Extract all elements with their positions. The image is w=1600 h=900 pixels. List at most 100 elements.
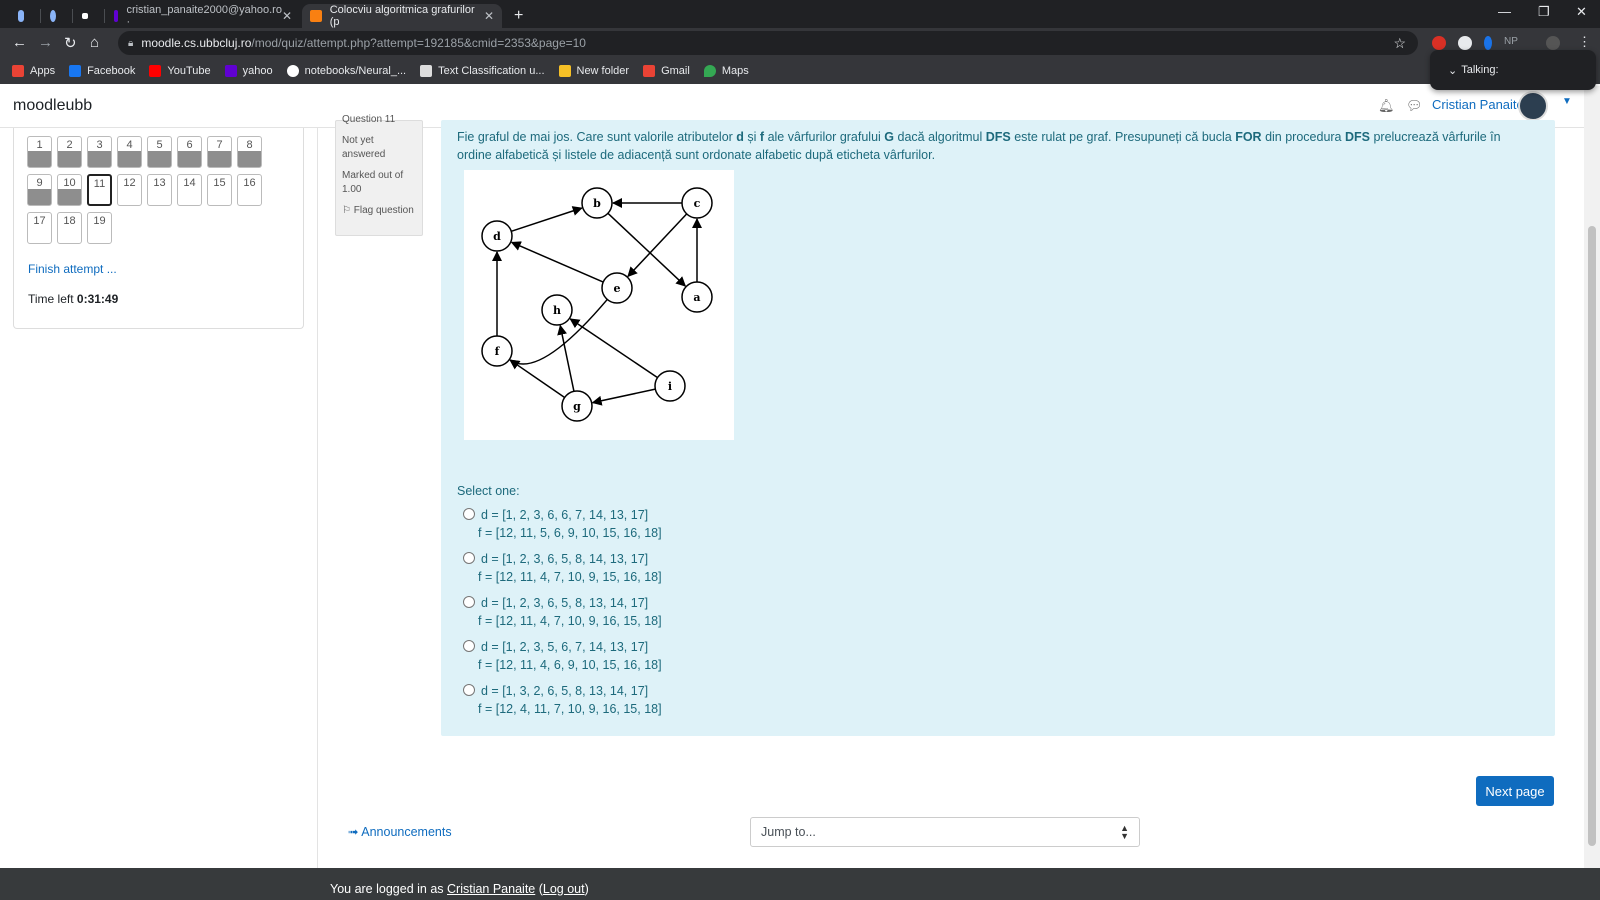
close-window-icon[interactable]: ✕: [1576, 4, 1587, 20]
bookmark-gmail[interactable]: Gmail: [643, 65, 690, 77]
tab-title: cristian_panaite2000@yahoo.ro ·: [126, 4, 282, 28]
youtube-icon: [149, 65, 162, 77]
new-tab-button[interactable]: +: [506, 4, 530, 28]
answer-radio[interactable]: [463, 596, 475, 608]
flag-label: Flag question: [353, 205, 414, 216]
tab-title: Colocviu algoritmica grafurilor (p: [329, 4, 475, 28]
question-text-bold: DFS: [985, 130, 1011, 144]
option-d-values: d = [1, 2, 3, 6, 5, 8, 14, 13, 17]: [481, 552, 649, 566]
bookmark-github[interactable]: notebooks/Neural_...: [286, 65, 406, 77]
bookmark-facebook[interactable]: Facebook: [69, 65, 135, 77]
graph-node-label-c: c: [694, 197, 701, 210]
answer-radio[interactable]: [463, 508, 475, 520]
bookmark-maps[interactable]: Maps: [703, 65, 749, 77]
option-f-values: f = [12, 11, 5, 6, 9, 10, 15, 16, 18]: [478, 526, 662, 540]
graph-edge-c-e: [627, 213, 688, 278]
footer-user-link[interactable]: Cristian Panaite: [447, 882, 535, 896]
quiz-question-button-5[interactable]: 5: [147, 136, 172, 168]
quiz-question-button-12[interactable]: 12: [117, 174, 142, 206]
page-scrollbar[interactable]: [1584, 86, 1600, 868]
talking-popup[interactable]: ⌄ Talking:: [1430, 50, 1596, 90]
quiz-question-button-6[interactable]: 6: [177, 136, 202, 168]
answer-radio[interactable]: [463, 552, 475, 564]
reload-icon[interactable]: ↻: [64, 34, 77, 52]
gmail-icon: [643, 65, 656, 77]
restore-icon[interactable]: ❐: [1538, 4, 1550, 20]
bookmark-text-classification[interactable]: Text Classification u...: [420, 65, 545, 77]
profile-icon[interactable]: [1546, 36, 1560, 50]
browser-tab-3[interactable]: [74, 4, 104, 28]
page-icon: [420, 65, 433, 77]
quiz-question-button-11[interactable]: 11: [87, 174, 112, 206]
messages-icon[interactable]: 💬︎: [1406, 98, 1423, 114]
browser-tab-2[interactable]: [42, 4, 72, 28]
quiz-question-button-3[interactable]: 3: [87, 136, 112, 168]
minimize-icon[interactable]: —: [1498, 4, 1511, 19]
question-text-part: din procedura: [1261, 130, 1345, 144]
quiz-question-button-15[interactable]: 15: [207, 174, 232, 206]
quiz-question-button-19[interactable]: 19: [87, 212, 112, 244]
quiz-question-button-7[interactable]: 7: [207, 136, 232, 168]
scrollbar-thumb[interactable]: [1588, 226, 1596, 846]
question-text-part: este rulat pe graf. Presupuneți că bucla: [1010, 130, 1236, 144]
address-bar[interactable]: 🔒︎ moodle.cs.ubbcluj.ro/mod/quiz/attempt…: [118, 31, 1418, 55]
notification-bell-icon[interactable]: 🔔︎: [1378, 98, 1395, 114]
close-tab-icon[interactable]: ✕: [282, 9, 292, 23]
browser-tab-yahoo[interactable]: cristian_panaite2000@yahoo.ro · ✕: [106, 4, 300, 28]
quiz-navigation-block: 1 2 3 4 5 6 7 8 9 10 11 12 13 14 15 16 17 18 19 Finish att…: [13, 128, 304, 329]
browser-tab-1[interactable]: [10, 4, 40, 28]
extension-np[interactable]: NP: [1504, 36, 1518, 47]
quiz-question-button-16[interactable]: 16: [237, 174, 262, 206]
bookmark-label: New folder: [576, 65, 630, 77]
avatar[interactable]: [1518, 91, 1548, 121]
option-f-values: f = [12, 4, 11, 7, 10, 9, 16, 15, 18]: [478, 702, 662, 716]
quiz-question-button-2[interactable]: 2: [57, 136, 82, 168]
quiz-question-button-13[interactable]: 13: [147, 174, 172, 206]
bookmark-apps[interactable]: Apps: [12, 65, 55, 77]
back-icon[interactable]: ←: [12, 34, 27, 51]
menu-icon[interactable]: ⋮: [1578, 34, 1591, 50]
graph-node-label-e: e: [614, 282, 621, 295]
site-brand[interactable]: moodleubb: [13, 97, 92, 115]
quiz-question-button-8[interactable]: 8: [237, 136, 262, 168]
caret-down-icon[interactable]: ▼: [1562, 96, 1572, 107]
extension-icon[interactable]: [1432, 36, 1446, 50]
answer-radio[interactable]: [463, 684, 475, 696]
finish-attempt-link[interactable]: Finish attempt ...: [28, 262, 117, 276]
github-icon: [286, 65, 299, 77]
forward-icon[interactable]: →: [38, 34, 53, 51]
bookmark-youtube[interactable]: YouTube: [149, 65, 211, 77]
quiz-question-button-14[interactable]: 14: [177, 174, 202, 206]
jump-to-select[interactable]: Jump to... ▲ ▼: [750, 817, 1140, 847]
bookmark-yahoo[interactable]: yahoo: [224, 65, 273, 77]
extension-icon[interactable]: [1458, 36, 1472, 50]
quiz-question-button-1[interactable]: 1: [27, 136, 52, 168]
question-text: Fie graful de mai jos. Care sunt valoril…: [457, 128, 1537, 164]
bookmark-label: YouTube: [167, 65, 211, 77]
quiz-question-button-4[interactable]: 4: [117, 136, 142, 168]
extension-icon[interactable]: [1484, 36, 1492, 50]
time-left-value: 0:31:49: [76, 292, 119, 306]
quiz-question-button-10[interactable]: 10: [57, 174, 82, 206]
yahoo-icon: [224, 65, 237, 77]
flag-question-button[interactable]: ⚐ Flag question: [342, 204, 416, 218]
answer-radio[interactable]: [463, 640, 475, 652]
logout-link[interactable]: Log out: [543, 882, 585, 896]
bookmark-new-folder[interactable]: New folder: [558, 65, 630, 77]
question-text-part: Fie graful de mai jos. Care sunt valoril…: [457, 130, 737, 144]
chevron-down-icon[interactable]: ⌄: [1448, 64, 1457, 77]
time-left-label: Time left: [28, 292, 74, 306]
announcements-link[interactable]: ➟ Announcements: [348, 824, 452, 839]
next-page-button[interactable]: Next page: [1476, 776, 1554, 806]
browser-tab-moodle[interactable]: Colocviu algoritmica grafurilor (p ✕: [302, 4, 502, 28]
bookmark-star-icon[interactable]: ☆: [1393, 35, 1406, 52]
question-text-bold: d: [736, 130, 744, 144]
user-name[interactable]: Cristian Panaite: [1432, 97, 1524, 112]
graph-node-label-h: h: [553, 304, 561, 317]
quiz-question-button-17[interactable]: 17: [27, 212, 52, 244]
quiz-question-button-18[interactable]: 18: [57, 212, 82, 244]
bookmark-label: Maps: [721, 65, 749, 77]
quiz-question-button-9[interactable]: 9: [27, 174, 52, 206]
close-tab-icon[interactable]: ✕: [484, 9, 494, 23]
home-icon[interactable]: ⌂: [90, 34, 99, 51]
